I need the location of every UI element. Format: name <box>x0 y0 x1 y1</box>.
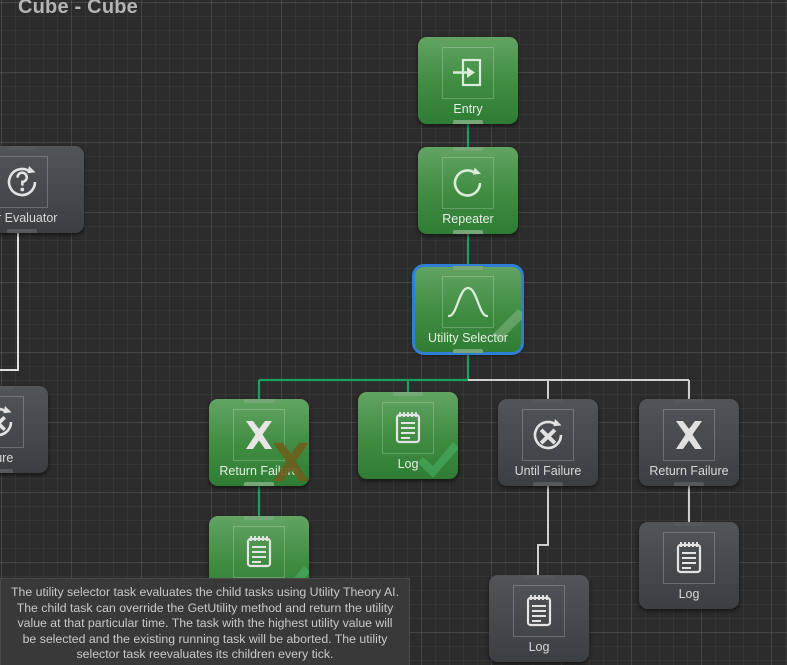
node-label: Utility Selector <box>428 331 508 345</box>
node-label: Return Failure <box>649 464 729 478</box>
node-label: tor Evaluator <box>0 211 58 225</box>
circular-x-icon <box>522 409 574 461</box>
connector-stub-bottom <box>7 229 37 233</box>
connector-stub-bottom <box>533 482 563 486</box>
node-label: Log <box>678 587 700 601</box>
circular-x-icon <box>0 396 24 448</box>
node-offscreen-until-failure[interactable]: ailure <box>0 386 48 473</box>
node-label: Log <box>397 457 419 471</box>
node-entry[interactable]: Entry <box>418 37 518 124</box>
connector-stub-top <box>7 146 37 150</box>
connector-stub-top <box>244 516 274 520</box>
connector-stub-top <box>533 399 563 403</box>
connector-stub-bottom <box>453 230 483 234</box>
connector-stub-top <box>674 522 704 526</box>
node-description-tooltip: The utility selector task evaluates the … <box>0 578 410 665</box>
node-utility-selector[interactable]: Utility Selector <box>412 264 524 355</box>
node-label: ailure <box>0 451 14 465</box>
node-label: Entry <box>453 102 483 116</box>
node-return-failure-2[interactable]: Return Failure <box>639 399 739 486</box>
connector-stub-top <box>0 386 13 390</box>
tooltip-text: The utility selector task evaluates the … <box>11 585 399 662</box>
node-offscreen-evaluator[interactable]: tor Evaluator <box>0 146 84 233</box>
behavior-tree-canvas[interactable]: Cube - Cube Evaluator re Entry Repeater … <box>0 0 787 665</box>
notepad-icon <box>382 402 434 454</box>
enter-arrow-icon <box>442 47 494 99</box>
connector-stub-bottom <box>244 482 274 486</box>
notepad-icon <box>513 585 565 637</box>
node-return-failure-1[interactable]: Return Failure <box>209 399 309 486</box>
graph-title: Cube - Cube <box>18 0 138 18</box>
node-log-4[interactable]: Log <box>639 522 739 609</box>
connector-stub-bottom <box>0 469 13 473</box>
connector-stub-top <box>453 266 483 270</box>
connector-stub-bottom <box>674 482 704 486</box>
node-label: Repeater <box>442 212 494 226</box>
notepad-icon <box>663 532 715 584</box>
node-label: Return Failure <box>219 464 299 478</box>
connector-stub-top <box>524 575 554 579</box>
node-log-1[interactable]: Log <box>358 392 458 479</box>
x-mark-icon <box>663 409 715 461</box>
connector-stub-bottom <box>453 349 483 353</box>
connector-stub-top <box>674 399 704 403</box>
wire-offscreen-evaluator <box>0 228 19 371</box>
loop-arrow-icon <box>442 157 494 209</box>
x-mark-icon <box>233 409 285 461</box>
node-label: Log <box>528 640 550 654</box>
bell-curve-icon <box>442 276 494 328</box>
node-repeater[interactable]: Repeater <box>418 147 518 234</box>
node-log-3[interactable]: Log <box>489 575 589 662</box>
node-until-failure[interactable]: Until Failure <box>498 399 598 486</box>
connector-stub-top <box>244 399 274 403</box>
connector-stub-top <box>453 147 483 151</box>
question-loop-icon <box>0 156 48 208</box>
node-label: Until Failure <box>514 464 582 478</box>
connector-stub-top <box>393 392 423 396</box>
notepad-icon <box>233 526 285 578</box>
connector-stub-bottom <box>453 120 483 124</box>
